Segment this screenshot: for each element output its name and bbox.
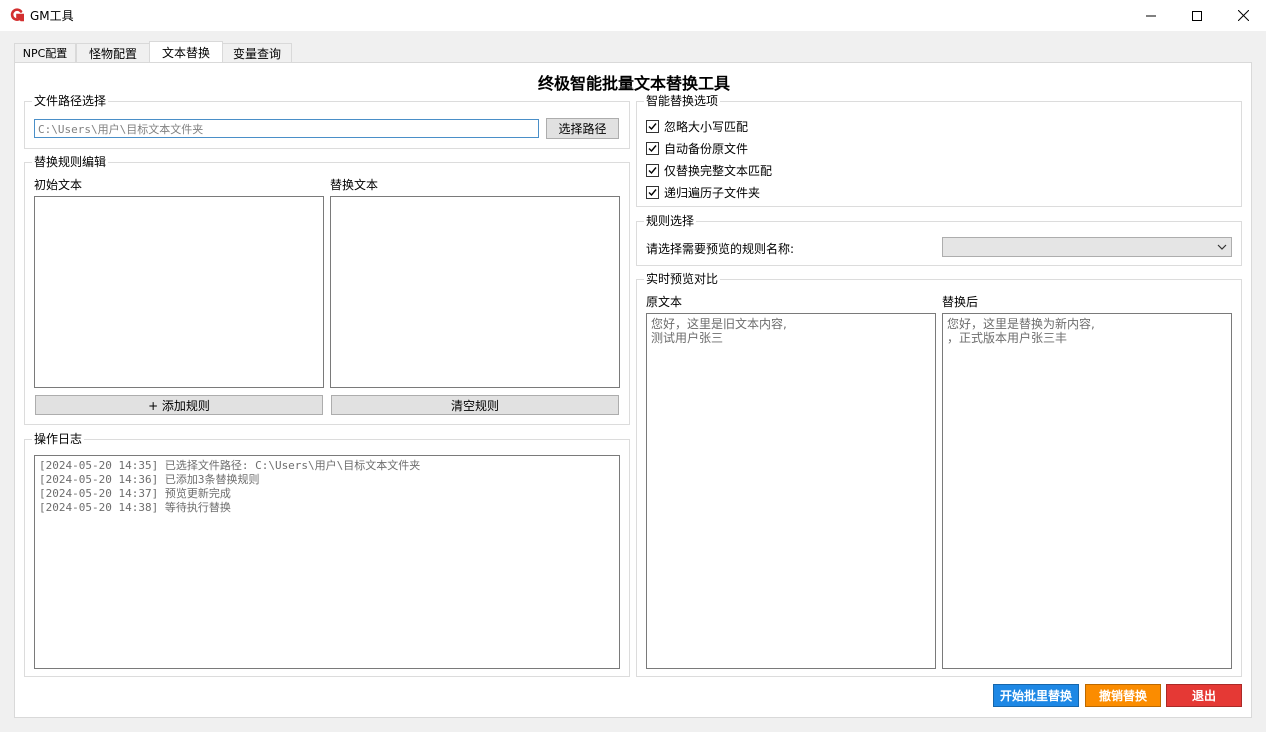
file-path-group-title: 文件路径选择 <box>32 93 109 109</box>
file-path-input[interactable]: C:\Users\用户\目标文本文件夹 <box>34 119 539 138</box>
exit-button[interactable]: 退出 <box>1166 684 1242 707</box>
original-text-area[interactable] <box>34 196 324 388</box>
option-whole-match[interactable]: 仅替换完整文本匹配 <box>646 162 772 179</box>
original-text-label: 初始文本 <box>34 178 83 192</box>
check-icon <box>648 189 657 197</box>
close-button[interactable] <box>1220 0 1266 31</box>
preview-line: ，正式版本用户张三丰 <box>947 331 1068 345</box>
log-line: [2024-05-20 14:38] 等待执行替换 <box>39 501 231 514</box>
preview-original-label: 原文本 <box>646 295 683 309</box>
window-title: GM工具 <box>30 9 74 23</box>
tab-variable-query[interactable]: 变量查询 <box>222 43 292 62</box>
preview-original-area[interactable]: 您好，这里是旧文本内容, 测试用户张三 <box>646 313 936 669</box>
rules-edit-group: 替换规则编辑 初始文本 替换文本 + 添加规则 清空规则 <box>24 154 630 425</box>
maximize-button[interactable] <box>1174 0 1220 31</box>
operation-log-group: 操作日志 [2024-05-20 14:35] 已选择文件路径: C:\User… <box>24 431 630 677</box>
add-rule-button[interactable]: + 添加规则 <box>35 395 323 415</box>
minimize-button[interactable] <box>1128 0 1174 31</box>
page-title: 终极智能批量文本替换工具 <box>537 74 730 93</box>
check-icon <box>648 123 657 131</box>
file-path-group: 文件路径选择 C:\Users\用户\目标文本文件夹 选择路径 <box>24 93 630 149</box>
log-line: [2024-05-20 14:37] 预览更新完成 <box>39 487 231 500</box>
log-line: [2024-05-20 14:35] 已选择文件路径: C:\Users\用户\… <box>39 459 421 472</box>
option-auto-backup[interactable]: 自动备份原文件 <box>646 140 748 157</box>
undo-replace-button[interactable]: 撤销替换 <box>1085 684 1161 707</box>
text-replace-panel: 终极智能批量文本替换工具 文件路径选择 C:\Users\用户\目标文本文件夹 … <box>14 62 1252 718</box>
tab-text-replace[interactable]: 文本替换 <box>149 41 223 63</box>
preview-group: 实时预览对比 原文本 替换后 您好，这里是旧文本内容, 测试用户张三 您好，这里… <box>636 271 1242 677</box>
option-ignore-case[interactable]: 忽略大小写匹配 <box>646 118 748 135</box>
replace-text-label: 替换文本 <box>330 178 379 192</box>
smart-options-group: 智能替换选项 忽略大小写匹配 自动备份原文件 仅替换完整文本匹配 递归遍历子文件… <box>636 93 1242 207</box>
rule-select-dropdown[interactable] <box>942 237 1232 257</box>
preview-replaced-label: 替换后 <box>942 295 979 309</box>
checkbox[interactable] <box>646 120 659 133</box>
select-path-button[interactable]: 选择路径 <box>546 118 619 139</box>
checkbox[interactable] <box>646 186 659 199</box>
title-bar: GM工具 <box>0 0 1266 31</box>
rule-select-prompt: 请选择需要预览的规则名称: <box>646 242 795 256</box>
smart-options-group-title: 智能替换选项 <box>644 93 721 109</box>
start-replace-button[interactable]: 开始批里替换 <box>993 684 1079 707</box>
preview-line: 您好，这里是替换为新内容, <box>947 317 1095 331</box>
rule-select-group-title: 规则选择 <box>644 213 697 229</box>
checkbox[interactable] <box>646 164 659 177</box>
minimize-icon <box>1146 15 1156 16</box>
tab-monster-config[interactable]: 怪物配置 <box>76 43 150 62</box>
check-icon <box>648 145 657 153</box>
preview-group-title: 实时预览对比 <box>644 271 721 287</box>
replace-text-area[interactable] <box>330 196 620 388</box>
preview-line: 测试用户张三 <box>651 331 724 345</box>
chevron-down-icon <box>1217 244 1227 250</box>
check-icon <box>648 167 657 175</box>
operation-log-group-title: 操作日志 <box>32 431 85 447</box>
option-recursive[interactable]: 递归遍历子文件夹 <box>646 184 760 201</box>
preview-replaced-area[interactable]: 您好，这里是替换为新内容, ，正式版本用户张三丰 <box>942 313 1232 669</box>
rule-select-group: 规则选择 请选择需要预览的规则名称: <box>636 213 1242 266</box>
app-logo-icon <box>10 8 24 22</box>
checkbox[interactable] <box>646 142 659 155</box>
preview-line: 您好，这里是旧文本内容, <box>651 317 787 331</box>
close-icon <box>1237 10 1249 21</box>
log-line: [2024-05-20 14:36] 已添加3条替换规则 <box>39 473 260 486</box>
operation-log-area[interactable]: [2024-05-20 14:35] 已选择文件路径: C:\Users\用户\… <box>34 455 620 669</box>
tab-npc-config[interactable]: NPC配置 <box>14 43 76 62</box>
clear-rules-button[interactable]: 清空规则 <box>331 395 619 415</box>
rules-edit-group-title: 替换规则编辑 <box>32 154 109 170</box>
maximize-icon <box>1192 10 1202 21</box>
